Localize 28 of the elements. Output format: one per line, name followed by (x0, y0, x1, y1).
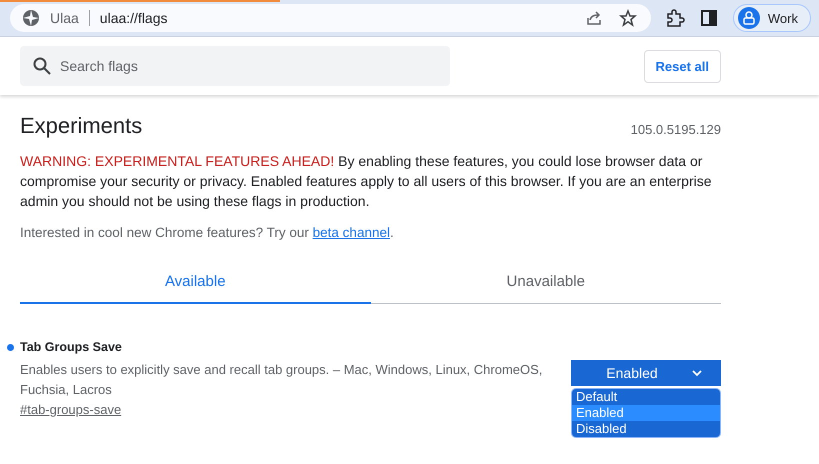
tab[interactable]: Unavailable (370, 260, 721, 304)
puzzle-icon[interactable] (664, 8, 685, 28)
page-title: Experiments (20, 113, 142, 139)
search-icon (32, 56, 52, 76)
version-text: 105.0.5195.129 (630, 122, 721, 137)
dropdown-option[interactable]: Disabled (572, 421, 720, 437)
star-icon[interactable] (618, 9, 637, 27)
search-field[interactable]: Search flags (20, 46, 450, 86)
promo-text: Interested in cool new Chrome features? Try our beta channel. (20, 225, 395, 240)
flag-description: Enables users to explicitly save and recall tab groups. – Mac, Windows, Linux, ChromeOS, Fuchsia, Lacros (20, 361, 544, 399)
avatar-icon (738, 7, 760, 29)
chevron-down-icon (692, 370, 702, 376)
beta-channel-link[interactable]: beta channel (312, 225, 390, 240)
flag-name: Tab Groups Save (20, 340, 122, 354)
tab[interactable]: Available (20, 260, 370, 304)
flag-anchor-link[interactable]: #tab-groups-save (20, 402, 122, 417)
warning-text: WARNING: EXPERIMENTAL FEATURES AHEAD! By enabling these features, you could lose browser data or compromise your security or privacy. Enabled features apply to all users of this browser. If you are an enterprise admin you should not be using these flags in production. (20, 152, 713, 211)
profile-button[interactable]: Work (732, 4, 811, 32)
address-bar[interactable]: Ulaa ulaa://flags (10, 4, 651, 32)
flag-dropdown[interactable]: Enabled (571, 360, 721, 386)
site-name: Ulaa (50, 10, 79, 26)
reset-all-button[interactable]: Reset all (644, 50, 721, 82)
dropdown-option[interactable]: Enabled (572, 405, 720, 421)
dropdown-option[interactable]: Default (572, 389, 720, 405)
url-text: ulaa://flags (100, 10, 168, 26)
side-panel-icon[interactable] (700, 10, 717, 26)
site-logo-icon (22, 9, 40, 27)
share-icon[interactable] (584, 9, 603, 27)
